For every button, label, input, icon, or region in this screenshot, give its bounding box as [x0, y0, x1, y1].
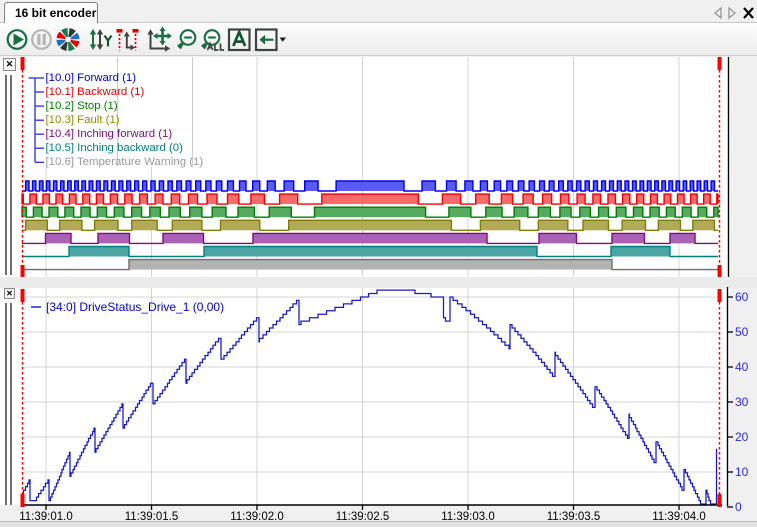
svg-text:10: 10 [735, 465, 749, 479]
svg-text:0: 0 [735, 500, 742, 514]
svg-text:50: 50 [735, 325, 749, 339]
svg-text:30: 30 [735, 395, 749, 409]
svg-text:40: 40 [735, 360, 749, 374]
svg-text:20: 20 [735, 430, 749, 444]
svg-text:60: 60 [735, 290, 749, 304]
